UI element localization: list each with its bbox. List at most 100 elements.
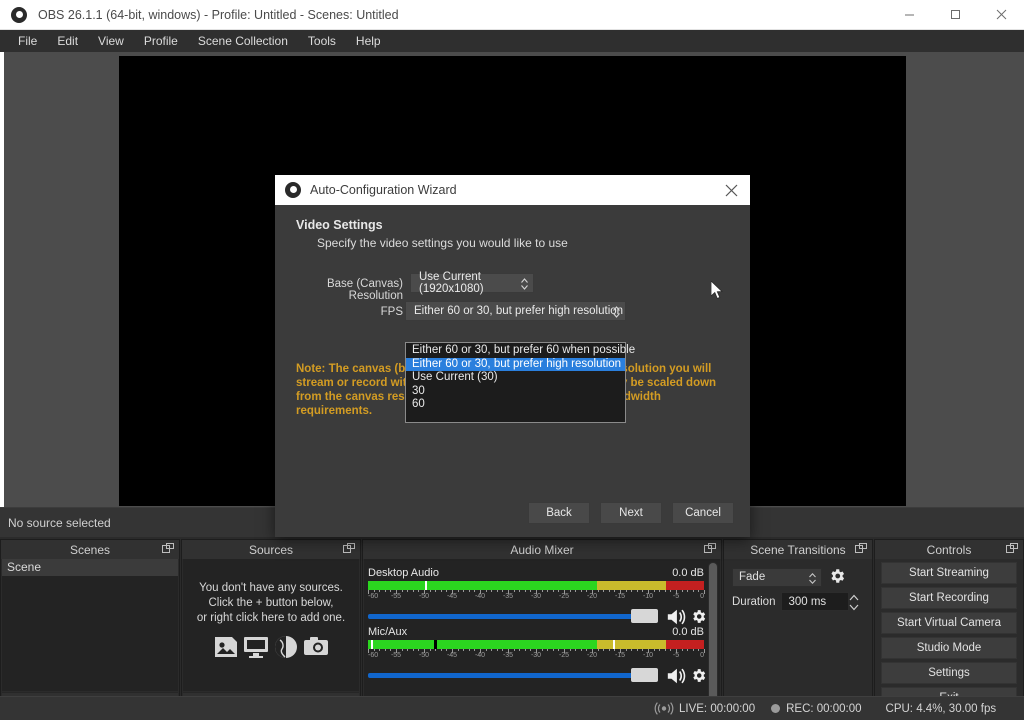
undock-icon[interactable] [162,543,174,555]
level-meter [368,640,704,649]
live-status: LIVE: 00:00:00 [654,702,755,716]
menu-file[interactable]: File [8,32,47,50]
fps-option-use-current[interactable]: Use Current (30) [406,371,625,385]
window-titlebar: OBS 26.1.1 (64-bit, windows) - Profile: … [0,0,1024,30]
cancel-button[interactable]: Cancel [672,502,734,524]
studio-mode-button[interactable]: Studio Mode [881,637,1017,659]
mixer-scrollbar[interactable] [708,562,718,715]
meter-tick-labels: -60 -55 -50 -45 -40 -35 -30 -25 -20 -15 -10 -5 0 [368,652,704,659]
undock-icon[interactable] [343,543,355,555]
fps-option-prefer-high[interactable]: Either 60 or 30, but prefer high resolut… [406,357,625,371]
controls-dock: Controls Start Streaming Start Recording… [874,539,1024,720]
menu-profile[interactable]: Profile [134,32,188,50]
scenes-dock-body: Scene [1,559,179,719]
base-resolution-select[interactable]: Use Current (1920x1080) [410,271,534,295]
transitions-title-label: Scene Transitions [750,542,846,557]
menu-tools[interactable]: Tools [298,32,346,50]
gear-icon[interactable] [828,567,848,587]
sources-empty-message: You don't have any sources. Click the + … [183,581,359,626]
obs-logo-icon [8,4,30,26]
duration-label: Duration [732,595,776,608]
volume-slider[interactable] [368,673,638,678]
spinner-arrows-icon[interactable] [848,593,860,613]
controls-dock-body: Start Streaming Start Recording Start Vi… [875,559,1023,719]
settings-button[interactable]: Settings [881,662,1017,684]
track-db: 0.0 dB [672,626,704,638]
transition-value: Fade [739,571,766,583]
empty-line-1: You don't have any sources. [199,582,343,594]
duration-value: 300 ms [788,595,827,608]
chevron-updown-icon[interactable] [808,572,817,588]
chevron-updown-icon[interactable] [612,305,621,322]
window-controls [886,0,1024,30]
start-streaming-button[interactable]: Start Streaming [881,562,1017,584]
volume-slider-handle[interactable] [631,609,658,623]
mixer-title-label: Audio Mixer [510,542,574,557]
dialog-titlebar: Auto-Configuration Wizard [275,175,750,205]
close-icon[interactable] [722,181,740,199]
status-bar: LIVE: 00:00:00 REC: 00:00:00 CPU: 4.4%, … [0,696,1024,720]
scene-transitions-dock: Scene Transitions Fade Duration 300 ms [723,539,873,720]
fps-label: FPS [380,306,403,318]
minimize-icon[interactable] [886,0,932,30]
cpu-status: CPU: 4.4%, 30.00 fps [885,702,997,715]
gear-icon[interactable] [690,667,708,685]
section-title: Video Settings [296,218,383,232]
undock-icon[interactable] [704,543,716,555]
close-icon[interactable] [978,0,1024,30]
meter-tick-labels: -60 -55 -50 -45 -40 -35 -30 -25 -20 -15 -10 -5 0 [368,593,704,600]
volume-slider-handle[interactable] [631,668,658,682]
menu-edit[interactable]: Edit [47,32,88,50]
dialog-body: Video Settings Specify the video setting… [275,205,750,537]
dialog-title: Auto-Configuration Wizard [310,183,457,197]
menu-view[interactable]: View [88,32,134,50]
no-source-selected-label: No source selected [8,515,111,530]
list-item[interactable]: Scene [2,559,178,576]
sources-dock-title: Sources [182,540,360,559]
empty-line-3: or right click here to add one. [196,612,346,624]
section-subtitle: Specify the video settings you would lik… [317,236,568,250]
volume-slider[interactable] [368,614,638,619]
scenes-list[interactable]: Scene [2,559,178,691]
duration-input[interactable]: 300 ms [781,592,859,611]
controls-dock-title: Controls [875,540,1023,559]
gear-icon[interactable] [690,608,708,626]
back-button[interactable]: Back [528,502,590,524]
maximize-icon[interactable] [932,0,978,30]
fps-dropdown-list[interactable]: Either 60 or 30, but prefer 60 when poss… [405,342,635,423]
undock-icon[interactable] [1006,543,1018,555]
broadcast-icon [654,702,674,716]
sources-list[interactable]: You don't have any sources. Click the + … [183,559,359,691]
fps-select[interactable]: Either 60 or 30, but prefer high resolut… [405,301,626,321]
camera-icon [303,635,329,662]
empty-line-2: Click the + button below, [208,597,334,609]
start-virtual-camera-button[interactable]: Start Virtual Camera [881,612,1017,634]
transition-select[interactable]: Fade [732,567,822,588]
fps-option-60[interactable]: 60 [406,398,625,412]
audio-mixer-dock: Audio Mixer Desktop Audio 0.0 dB -60 -55-… [362,539,722,720]
browser-icon [273,635,299,662]
menu-scene-collection[interactable]: Scene Collection [188,32,298,50]
fps-option-30[interactable]: 30 [406,385,625,399]
scenes-title-label: Scenes [69,542,111,557]
mixer-scrollbar-thumb[interactable] [709,563,717,713]
dialog-button-row: Back Next Cancel [528,502,734,524]
chevron-updown-icon[interactable] [520,277,529,294]
start-recording-button[interactable]: Start Recording [881,587,1017,609]
obs-logo-icon [284,181,302,199]
sources-dock: Sources You don't have any sources. Clic… [181,539,361,720]
speaker-icon[interactable] [665,666,687,686]
sources-title-label: Sources [248,542,294,557]
next-button[interactable]: Next [600,502,662,524]
mixer-body: Desktop Audio 0.0 dB -60 -55 -50 -45 -40 -35-… [364,559,720,718]
undock-icon[interactable] [855,543,867,555]
live-timer: LIVE: 00:00:00 [679,702,756,715]
obs-main-window: OBS 26.1.1 (64-bit, windows) - Profile: … [0,0,1024,720]
preview-left-edge [0,52,4,507]
window-title: OBS 26.1.1 (64-bit, windows) - Profile: … [38,7,399,22]
menubar: File Edit View Profile Scene Collection … [0,30,1024,52]
speaker-icon[interactable] [665,607,687,627]
fps-value: Either 60 or 30, but prefer high resolut… [414,305,624,317]
menu-help[interactable]: Help [346,32,391,50]
fps-option-prefer-60[interactable]: Either 60 or 30, but prefer 60 when poss… [406,344,635,358]
